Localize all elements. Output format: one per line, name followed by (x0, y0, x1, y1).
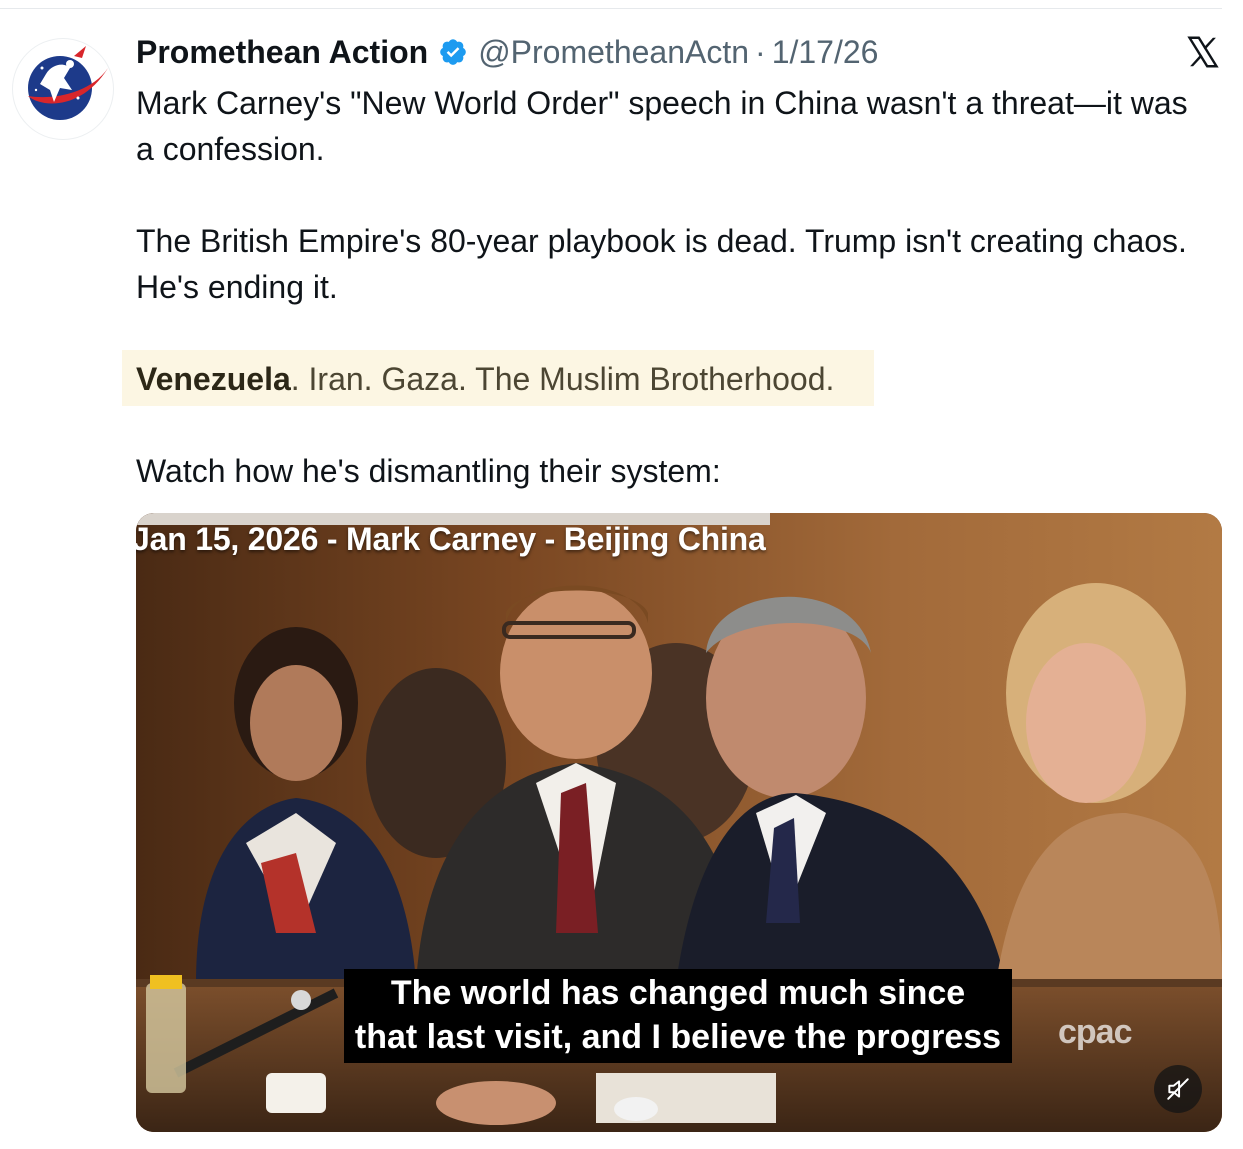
video-subtitles: The world has changed much since that la… (344, 969, 1012, 1063)
display-name[interactable]: Promethean Action (136, 34, 428, 71)
cpac-watermark: cpac (1058, 1013, 1132, 1051)
tweet-header: Promethean Action @PrometheanActn · 1/17… (136, 30, 878, 74)
user-handle[interactable]: @PrometheanActn (478, 34, 749, 71)
highlighted-line: Venezuela. Iran. Gaza. The Muslim Brothe… (122, 350, 1206, 406)
speaker-muted-icon (1167, 1078, 1189, 1100)
video-player[interactable]: Jan 15, 2026 - Mark Carney - Beijing Chi… (136, 513, 1222, 1132)
x-logo-icon[interactable] (1184, 34, 1222, 70)
tweet-paragraph: The British Empire's 80-year playbook is… (136, 223, 1187, 305)
post-date[interactable]: 1/17/26 (772, 34, 879, 71)
promethean-logo-icon (28, 46, 108, 120)
avatar[interactable] (12, 38, 114, 140)
subtitle-line: The world has changed much since (390, 974, 966, 1012)
highlight-text: . Iran. Gaza. The Muslim Brotherhood. (290, 361, 835, 397)
tweet-paragraph: Mark Carney's "New World Order" speech i… (136, 85, 1188, 167)
subtitle-line: that last visit, and I believe the progr… (354, 1018, 1002, 1056)
separator-dot: · (755, 33, 766, 70)
tweet-body: Mark Carney's "New World Order" speech i… (122, 80, 1206, 494)
video-title-overlay: Jan 15, 2026 - Mark Carney - Beijing Chi… (136, 521, 766, 557)
highlight-bold-text: Venezuela (136, 361, 291, 397)
tweet-paragraph: Watch how he's dismantling their system: (136, 453, 721, 489)
mute-toggle-button[interactable] (1154, 1065, 1202, 1113)
top-divider (0, 8, 1222, 9)
verified-badge-icon (440, 39, 466, 65)
